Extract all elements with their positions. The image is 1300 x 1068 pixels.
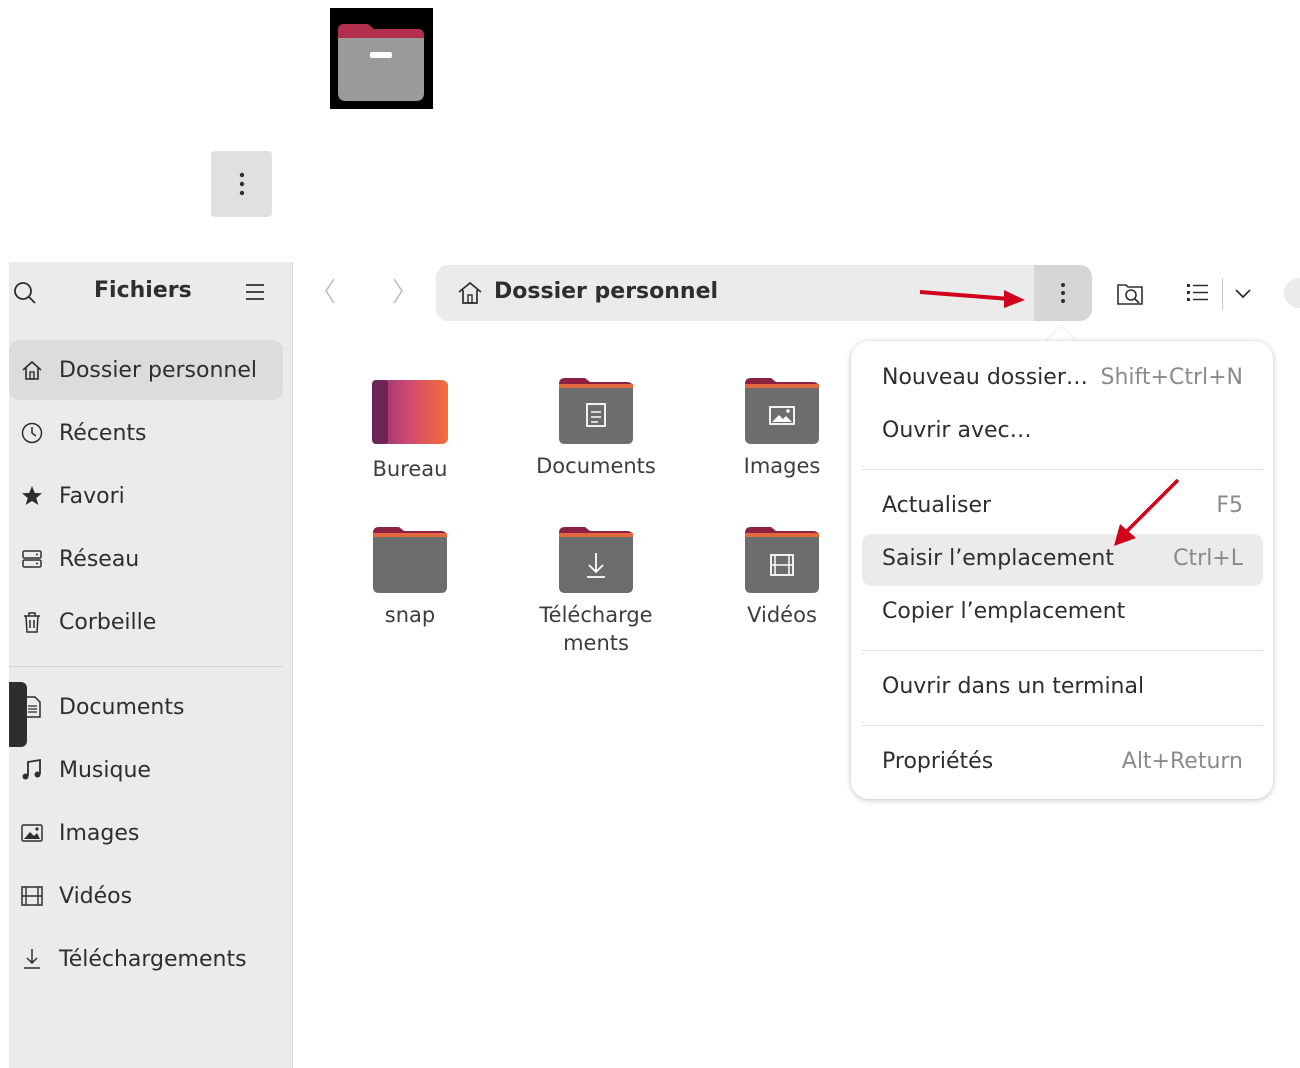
- menu-item-label: Copier l’emplacement: [882, 599, 1126, 624]
- sidebar-item-label: Récents: [59, 420, 147, 446]
- file-name: snap: [384, 603, 436, 627]
- images-folder-icon: [743, 376, 821, 444]
- file-item-snap[interactable]: snap: [340, 525, 480, 629]
- sidebar-item-label: Dossier personnel: [59, 357, 258, 383]
- file-item-images[interactable]: Images: [712, 376, 852, 480]
- file-item-videos[interactable]: Vidéos: [712, 525, 852, 629]
- network-icon: [19, 546, 45, 572]
- downloads-folder-icon: [557, 525, 635, 593]
- document-icon: [19, 694, 45, 720]
- menu-item-shortcut: Alt+Return: [1121, 749, 1243, 774]
- menu-item-label: Propriétés: [882, 749, 994, 774]
- desktop-folder-icon: [371, 379, 449, 445]
- sidebar-title: Fichiers: [94, 278, 192, 303]
- documents-folder-icon: [557, 376, 635, 444]
- view-options-button[interactable]: [1234, 286, 1252, 305]
- sidebar-item-label: Corbeille: [59, 609, 157, 635]
- menu-item-shortcut: F5: [1216, 493, 1243, 518]
- menu-item-properties[interactable]: Propriétés Alt+Return: [862, 737, 1263, 789]
- menu-item-label: Actualiser: [882, 493, 992, 518]
- sidebar-item-trash[interactable]: Corbeille: [9, 592, 283, 652]
- sidebar-item-label: Documents: [59, 694, 185, 720]
- sidebar-item-recent[interactable]: Récents: [9, 403, 283, 463]
- menu-separator: [862, 469, 1263, 470]
- image-icon: [19, 820, 45, 846]
- sidebar-item-label: Favori: [59, 483, 125, 509]
- clock-icon: [19, 420, 45, 446]
- sidebar-item-images[interactable]: Images: [9, 803, 283, 863]
- search-location-button[interactable]: [1116, 279, 1146, 311]
- menu-item-open-with[interactable]: Ouvrir avec…: [862, 406, 1263, 458]
- annotation-arrow-icon: [919, 290, 1025, 308]
- menu-item-label: Ouvrir avec…: [882, 418, 1032, 443]
- toolbar-separator: [1222, 278, 1223, 310]
- file-item-downloads[interactable]: Télécharge ments: [526, 525, 666, 657]
- list-view-button[interactable]: [1186, 282, 1210, 308]
- menu-item-refresh[interactable]: Actualiser F5: [862, 481, 1263, 533]
- back-button[interactable]: [322, 276, 338, 313]
- menu-item-open-terminal[interactable]: Ouvrir dans un terminal: [862, 662, 1263, 714]
- sidebar-item-home[interactable]: Dossier personnel: [9, 340, 283, 400]
- sidebar-item-downloads[interactable]: Téléchargements: [9, 929, 283, 989]
- kebab-icon: [239, 172, 244, 196]
- sidebar: Fichiers Dossier personnel Récents Favor…: [9, 262, 292, 1068]
- sidebar-item-label: Vidéos: [59, 883, 133, 909]
- chevron-down-icon: [1235, 289, 1251, 299]
- kebab-icon: [1061, 283, 1065, 303]
- hamburger-menu-icon[interactable]: [245, 283, 265, 305]
- videos-folder-icon: [743, 525, 821, 593]
- file-name: Images: [743, 454, 821, 478]
- file-name: Télécharge ments: [539, 603, 653, 655]
- window-control-button[interactable]: [1284, 278, 1300, 308]
- file-name: Bureau: [372, 457, 448, 481]
- sidebar-header: Fichiers: [9, 262, 292, 322]
- file-item-bureau[interactable]: Bureau: [340, 379, 480, 483]
- menu-item-label: Nouveau dossier…: [882, 365, 1088, 390]
- video-icon: [19, 883, 45, 909]
- sidebar-item-label: Réseau: [59, 546, 140, 572]
- star-icon: [19, 483, 45, 509]
- sidebar-separator: [9, 666, 283, 667]
- files-app-icon: [330, 8, 433, 109]
- path-label: Dossier personnel: [494, 279, 719, 304]
- home-icon: [456, 279, 484, 311]
- menu-separator: [862, 650, 1263, 651]
- file-name: Documents: [536, 454, 656, 478]
- sidebar-item-videos[interactable]: Vidéos: [9, 866, 283, 926]
- sidebar-border: [292, 262, 293, 1068]
- main-menu-popover: Nouveau dossier… Shift+Ctrl+N Ouvrir ave…: [851, 341, 1273, 799]
- folder-icon: [371, 525, 449, 593]
- menu-item-label: Saisir l’emplacement: [882, 546, 1114, 571]
- menu-item-enter-location[interactable]: Saisir l’emplacement Ctrl+L: [862, 534, 1263, 586]
- menu-item-copy-location[interactable]: Copier l’emplacement: [862, 587, 1263, 639]
- main-menu-button[interactable]: [1034, 265, 1092, 321]
- annotation-arrow-icon: [1114, 478, 1180, 546]
- sidebar-item-label: Téléchargements: [59, 946, 247, 972]
- search-icon[interactable]: [12, 280, 38, 310]
- menu-item-shortcut: Shift+Ctrl+N: [1100, 365, 1243, 390]
- file-name: Vidéos: [747, 603, 817, 627]
- home-icon: [19, 357, 45, 383]
- forward-button[interactable]: [390, 276, 406, 313]
- sidebar-item-network[interactable]: Réseau: [9, 529, 283, 589]
- sidebar-item-label: Musique: [59, 757, 151, 783]
- download-icon: [19, 946, 45, 972]
- music-icon: [19, 757, 45, 783]
- sidebar-item-starred[interactable]: Favori: [9, 466, 283, 526]
- menu-item-label: Ouvrir dans un terminal: [882, 674, 1145, 699]
- chevron-left-icon: [325, 278, 335, 304]
- list-view-icon: [1187, 284, 1208, 301]
- sidebar-item-music[interactable]: Musique: [9, 740, 283, 800]
- file-item-documents[interactable]: Documents: [526, 376, 666, 480]
- trash-icon: [19, 609, 45, 635]
- menu-kebab-button-zoom[interactable]: [211, 151, 272, 217]
- sidebar-item-documents[interactable]: Documents: [9, 677, 283, 737]
- menu-separator: [862, 725, 1263, 726]
- search-folder-icon: [1117, 284, 1143, 305]
- sidebar-item-label: Images: [59, 820, 140, 846]
- menu-item-new-folder[interactable]: Nouveau dossier… Shift+Ctrl+N: [862, 353, 1263, 405]
- chevron-right-icon: [393, 278, 403, 304]
